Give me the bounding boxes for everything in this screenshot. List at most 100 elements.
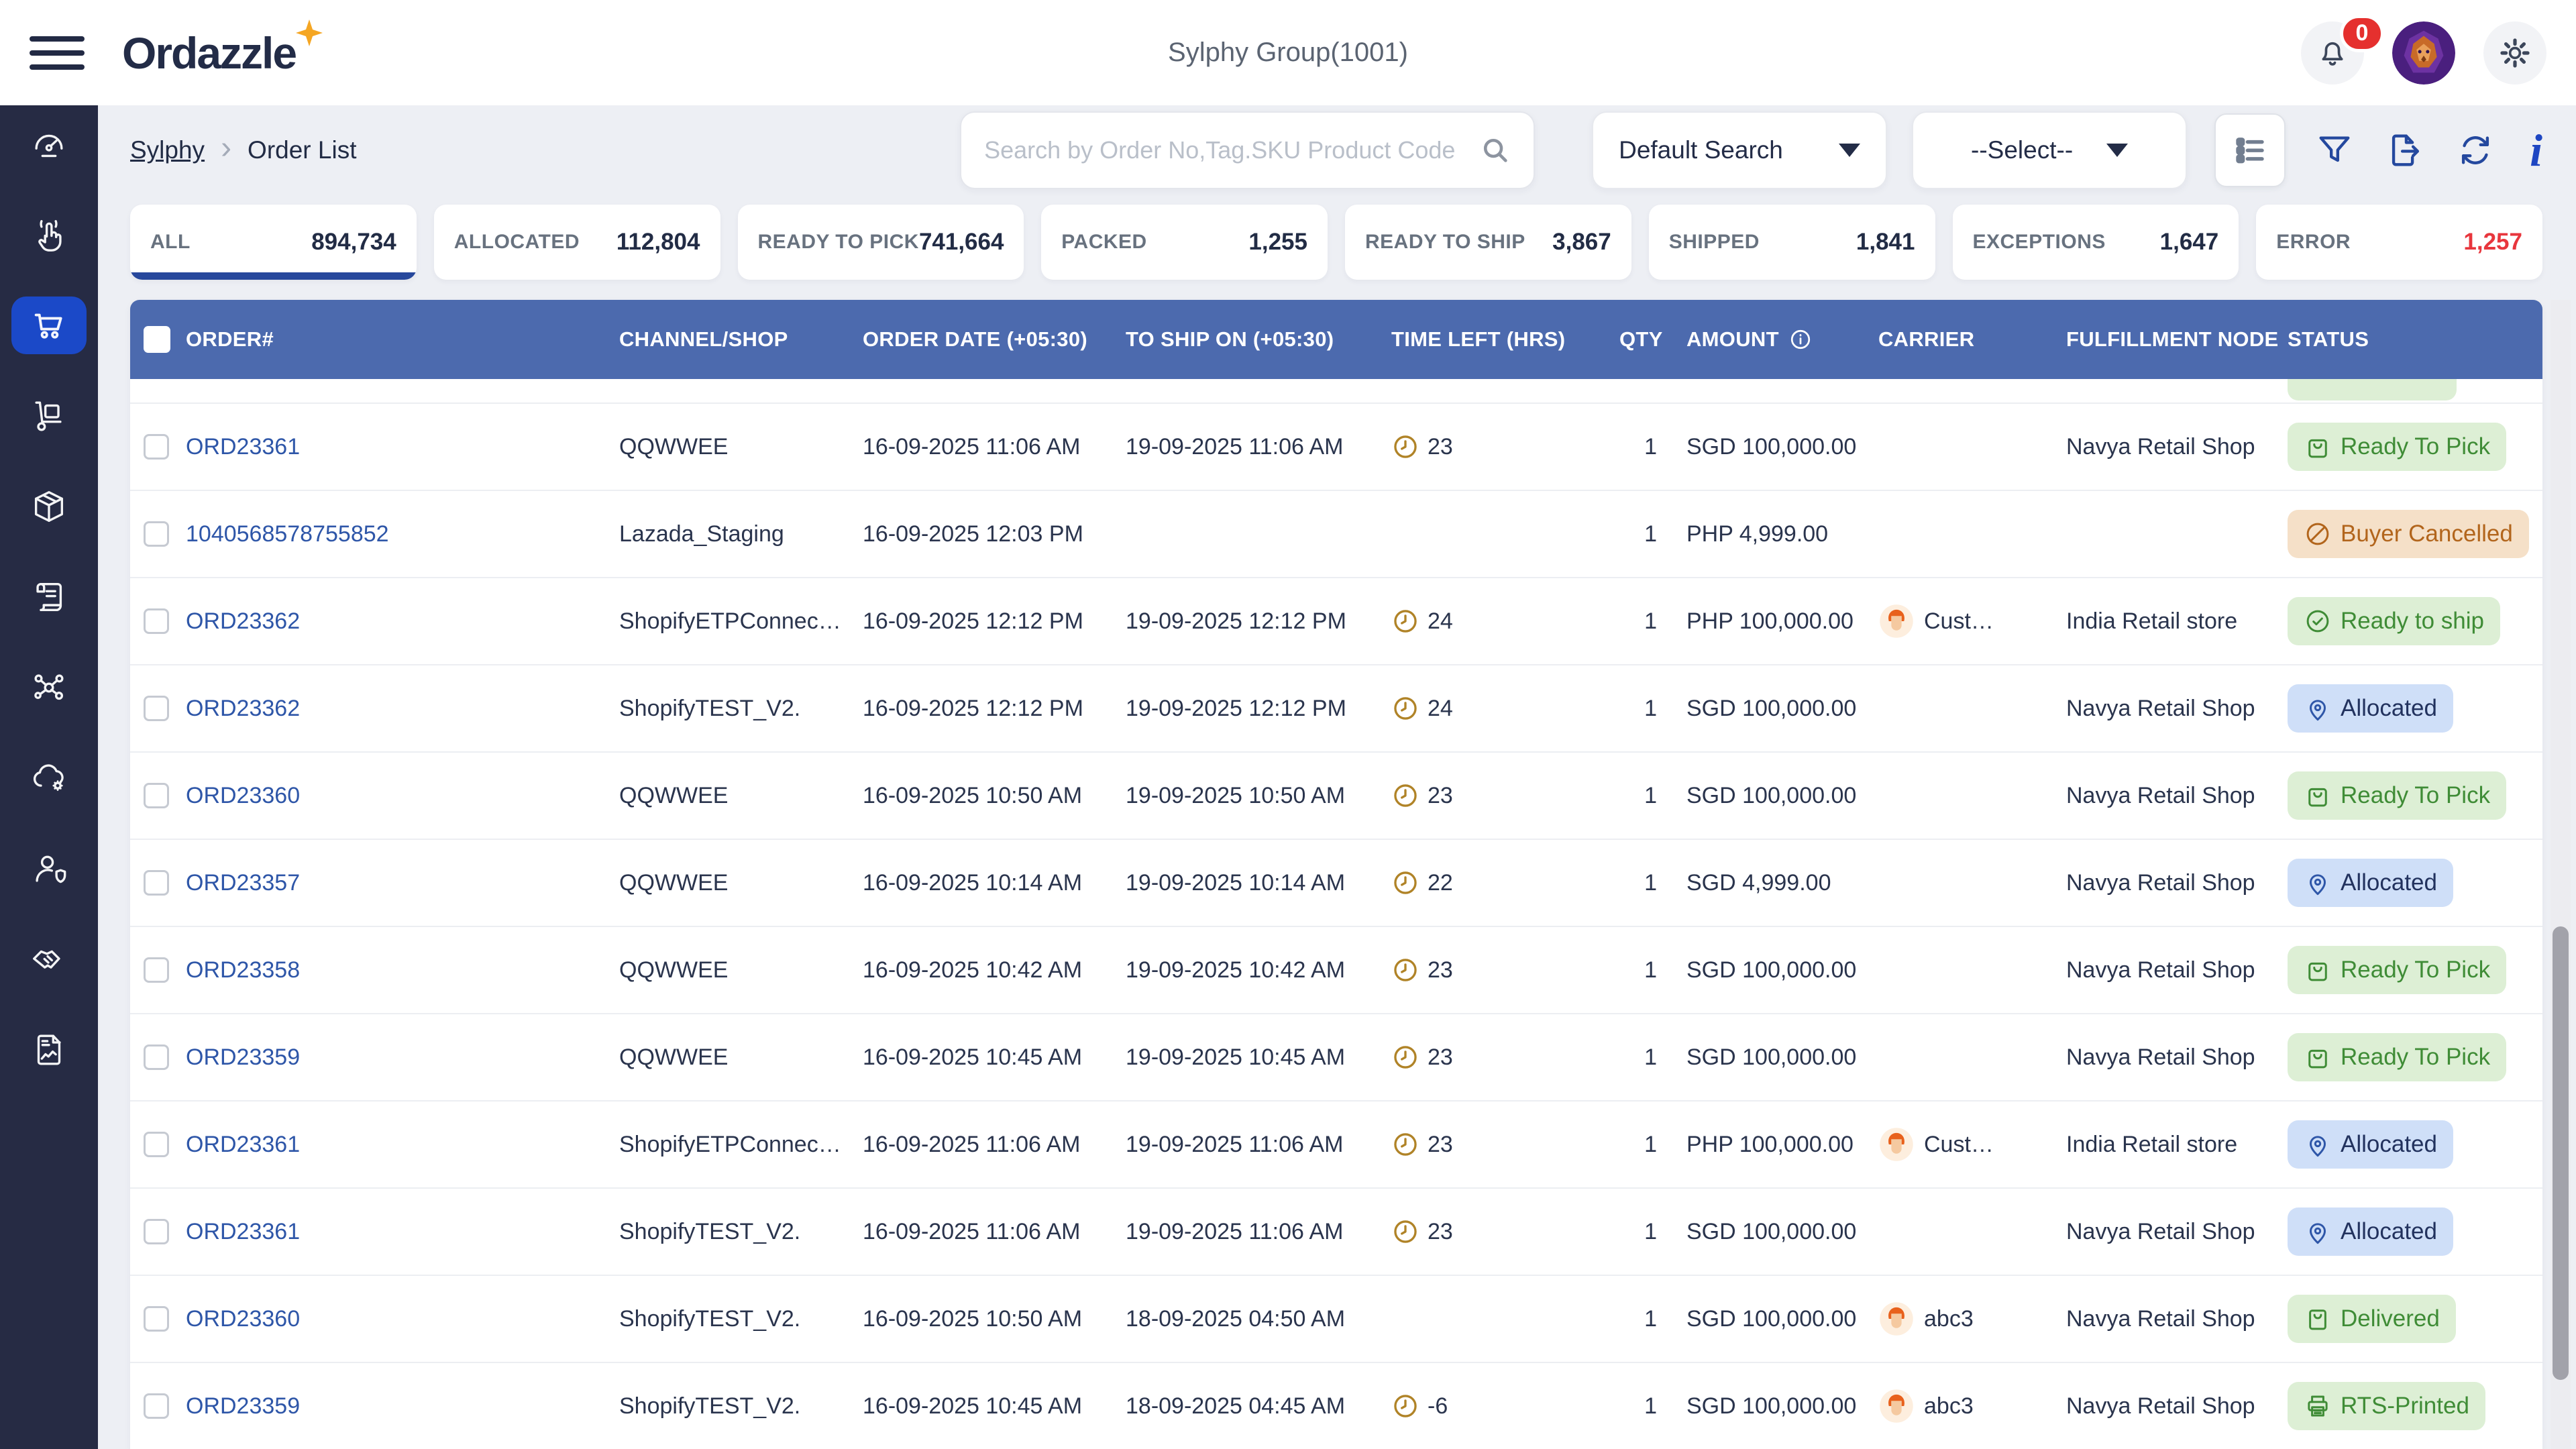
row-checkbox[interactable]: [144, 1393, 169, 1419]
table-row[interactable]: ORD23359 ShopifyTEST_V2. 16-09-2025 10:4…: [130, 1363, 2542, 1449]
amount-cell: SGD 100,000.00: [1666, 434, 1878, 460]
brand-logo[interactable]: Ordazzle: [122, 28, 296, 78]
notifications-button[interactable]: 0: [2301, 21, 2364, 85]
row-checkbox[interactable]: [144, 783, 169, 808]
time-left-cell: 23: [1391, 1130, 1619, 1159]
table-row[interactable]: ORD23362 ShopifyETPConnec… 16-09-2025 12…: [130, 578, 2542, 665]
info-icon[interactable]: i: [2530, 127, 2542, 173]
table-row[interactable]: ORD23362 ShopifyTEST_V2. 16-09-2025 12:1…: [130, 665, 2542, 753]
ship-on-cell: 19-09-2025 12:12 PM: [1126, 608, 1391, 635]
sidebar-item-orders[interactable]: [11, 297, 87, 354]
search-icon[interactable]: [1480, 135, 1511, 166]
status-tabs: ALL894,734ALLOCATED112,804READY TO PICK7…: [130, 205, 2542, 280]
col-amount[interactable]: AMOUNT: [1666, 327, 1878, 352]
table-row[interactable]: ORD23360 ShopifyTEST_V2. 16-09-2025 10:5…: [130, 1276, 2542, 1363]
table-row[interactable]: ORD23361 QQWWEE 16-09-2025 11:06 AM 19-0…: [130, 404, 2542, 491]
row-checkbox[interactable]: [144, 1219, 169, 1244]
col-status[interactable]: STATUS: [2288, 327, 2542, 352]
order-link[interactable]: ORD23358: [186, 957, 300, 983]
tab-ready-to-ship[interactable]: READY TO SHIP3,867: [1345, 205, 1631, 280]
order-link[interactable]: ORD23357: [186, 870, 300, 896]
row-checkbox[interactable]: [144, 870, 169, 896]
order-date-cell: 16-09-2025 10:50 AM: [863, 1306, 1126, 1332]
filter-icon[interactable]: [2315, 131, 2354, 170]
list-view-button[interactable]: [2214, 113, 2286, 187]
sidebar-item-cloud[interactable]: [11, 749, 87, 807]
sidebar-item-tap-select[interactable]: [11, 206, 87, 264]
col-qty[interactable]: QTY: [1619, 327, 1666, 352]
chevron-right-icon: ›: [221, 132, 231, 168]
order-link[interactable]: ORD23361: [186, 434, 300, 460]
select-all-checkbox[interactable]: [144, 326, 170, 353]
col-channel[interactable]: CHANNEL/SHOP: [619, 327, 863, 352]
saved-search-select[interactable]: Default Search: [1592, 111, 1887, 189]
order-link[interactable]: ORD23362: [186, 608, 300, 634]
vertical-scrollbar[interactable]: [2551, 300, 2571, 1449]
row-checkbox[interactable]: [144, 1044, 169, 1070]
sidebar-item-integrations[interactable]: [11, 659, 87, 716]
clock-icon: [1391, 1392, 1419, 1420]
row-checkbox[interactable]: [144, 1132, 169, 1157]
order-link[interactable]: ORD23361: [186, 1219, 300, 1244]
tab-count: 3,867: [1552, 229, 1611, 256]
sidebar-item-partners[interactable]: [11, 930, 87, 988]
gear-icon: [2498, 36, 2532, 70]
order-link[interactable]: ORD23360: [186, 783, 300, 808]
order-link[interactable]: 1040568578755852: [186, 521, 389, 547]
col-carrier[interactable]: CARRIER: [1878, 327, 2066, 352]
table-row[interactable]: 1040568578755852 Lazada_Staging 16-09-20…: [130, 491, 2542, 578]
tab-ready-to-pick[interactable]: READY TO PICK741,664: [738, 205, 1024, 280]
row-checkbox[interactable]: [144, 1306, 169, 1332]
settings-button[interactable]: [2483, 21, 2546, 85]
table-row[interactable]: ORD23361 ShopifyTEST_V2. 16-09-2025 11:0…: [130, 1189, 2542, 1276]
row-checkbox[interactable]: [144, 608, 169, 634]
menu-icon[interactable]: [30, 36, 85, 70]
refresh-icon[interactable]: [2456, 131, 2495, 170]
col-time-left[interactable]: TIME LEFT (HRS): [1391, 327, 1619, 352]
status-chip: Ready To Pick: [2288, 946, 2506, 994]
table-row[interactable]: ORD23358 QQWWEE 16-09-2025 10:42 AM 19-0…: [130, 927, 2542, 1014]
bulk-action-select[interactable]: --Select--: [1912, 111, 2187, 189]
order-link[interactable]: ORD23359: [186, 1044, 300, 1070]
table-row[interactable]: ORD23357 QQWWEE 16-09-2025 10:14 AM 19-0…: [130, 840, 2542, 927]
table-row[interactable]: ORD23360 QQWWEE 16-09-2025 10:50 AM 19-0…: [130, 753, 2542, 840]
col-node[interactable]: FULFILLMENT NODE: [2066, 327, 2288, 352]
tab-all[interactable]: ALL894,734: [130, 205, 417, 280]
row-checkbox[interactable]: [144, 696, 169, 721]
tab-error[interactable]: ERROR1,257: [2256, 205, 2542, 280]
tab-shipped[interactable]: SHIPPED1,841: [1649, 205, 1935, 280]
col-order-date[interactable]: ORDER DATE (+05:30): [863, 327, 1126, 352]
order-link[interactable]: ORD23360: [186, 1306, 300, 1332]
sidebar-item-catalog[interactable]: [11, 568, 87, 626]
node-cell: Navya Retail Shop: [2066, 434, 2288, 460]
avatar[interactable]: [2392, 21, 2455, 85]
order-link[interactable]: ORD23359: [186, 1393, 300, 1419]
sidebar-item-users[interactable]: [11, 840, 87, 898]
row-checkbox[interactable]: [144, 521, 169, 547]
export-icon[interactable]: [2385, 131, 2424, 170]
row-checkbox[interactable]: [144, 434, 169, 460]
order-link[interactable]: ORD23361: [186, 1132, 300, 1157]
ship-on-cell: 19-09-2025 10:14 AM: [1126, 870, 1391, 896]
tab-packed[interactable]: PACKED1,255: [1041, 205, 1328, 280]
ship-on-cell: 18-09-2025 04:50 AM: [1126, 1306, 1391, 1332]
scrollbar-thumb[interactable]: [2553, 926, 2569, 1381]
sidebar-item-reports[interactable]: [11, 1021, 87, 1079]
col-ship-on[interactable]: TO SHIP ON (+05:30): [1126, 327, 1391, 352]
sidebar-item-dashboard[interactable]: [11, 115, 87, 173]
sidebar-item-delivery[interactable]: [11, 387, 87, 445]
order-link[interactable]: ORD23362: [186, 696, 300, 721]
info-circle-icon[interactable]: [1788, 327, 1813, 352]
breadcrumb-root[interactable]: Sylphy: [130, 136, 205, 164]
tab-allocated[interactable]: ALLOCATED112,804: [434, 205, 720, 280]
search-input[interactable]: [984, 136, 1480, 164]
table-row[interactable]: ORD23361 ShopifyETPConnec… 16-09-2025 11…: [130, 1102, 2542, 1189]
row-checkbox[interactable]: [144, 957, 169, 983]
node-cell: Navya Retail Shop: [2066, 957, 2288, 983]
status-chip: Ready To Pick: [2288, 771, 2506, 820]
order-date-cell: 16-09-2025 10:14 AM: [863, 870, 1126, 896]
table-row[interactable]: ORD23359 QQWWEE 16-09-2025 10:45 AM 19-0…: [130, 1014, 2542, 1102]
col-order[interactable]: ORDER#: [186, 327, 619, 352]
sidebar-item-inventory[interactable]: [11, 478, 87, 535]
tab-exceptions[interactable]: EXCEPTIONS1,647: [1953, 205, 2239, 280]
